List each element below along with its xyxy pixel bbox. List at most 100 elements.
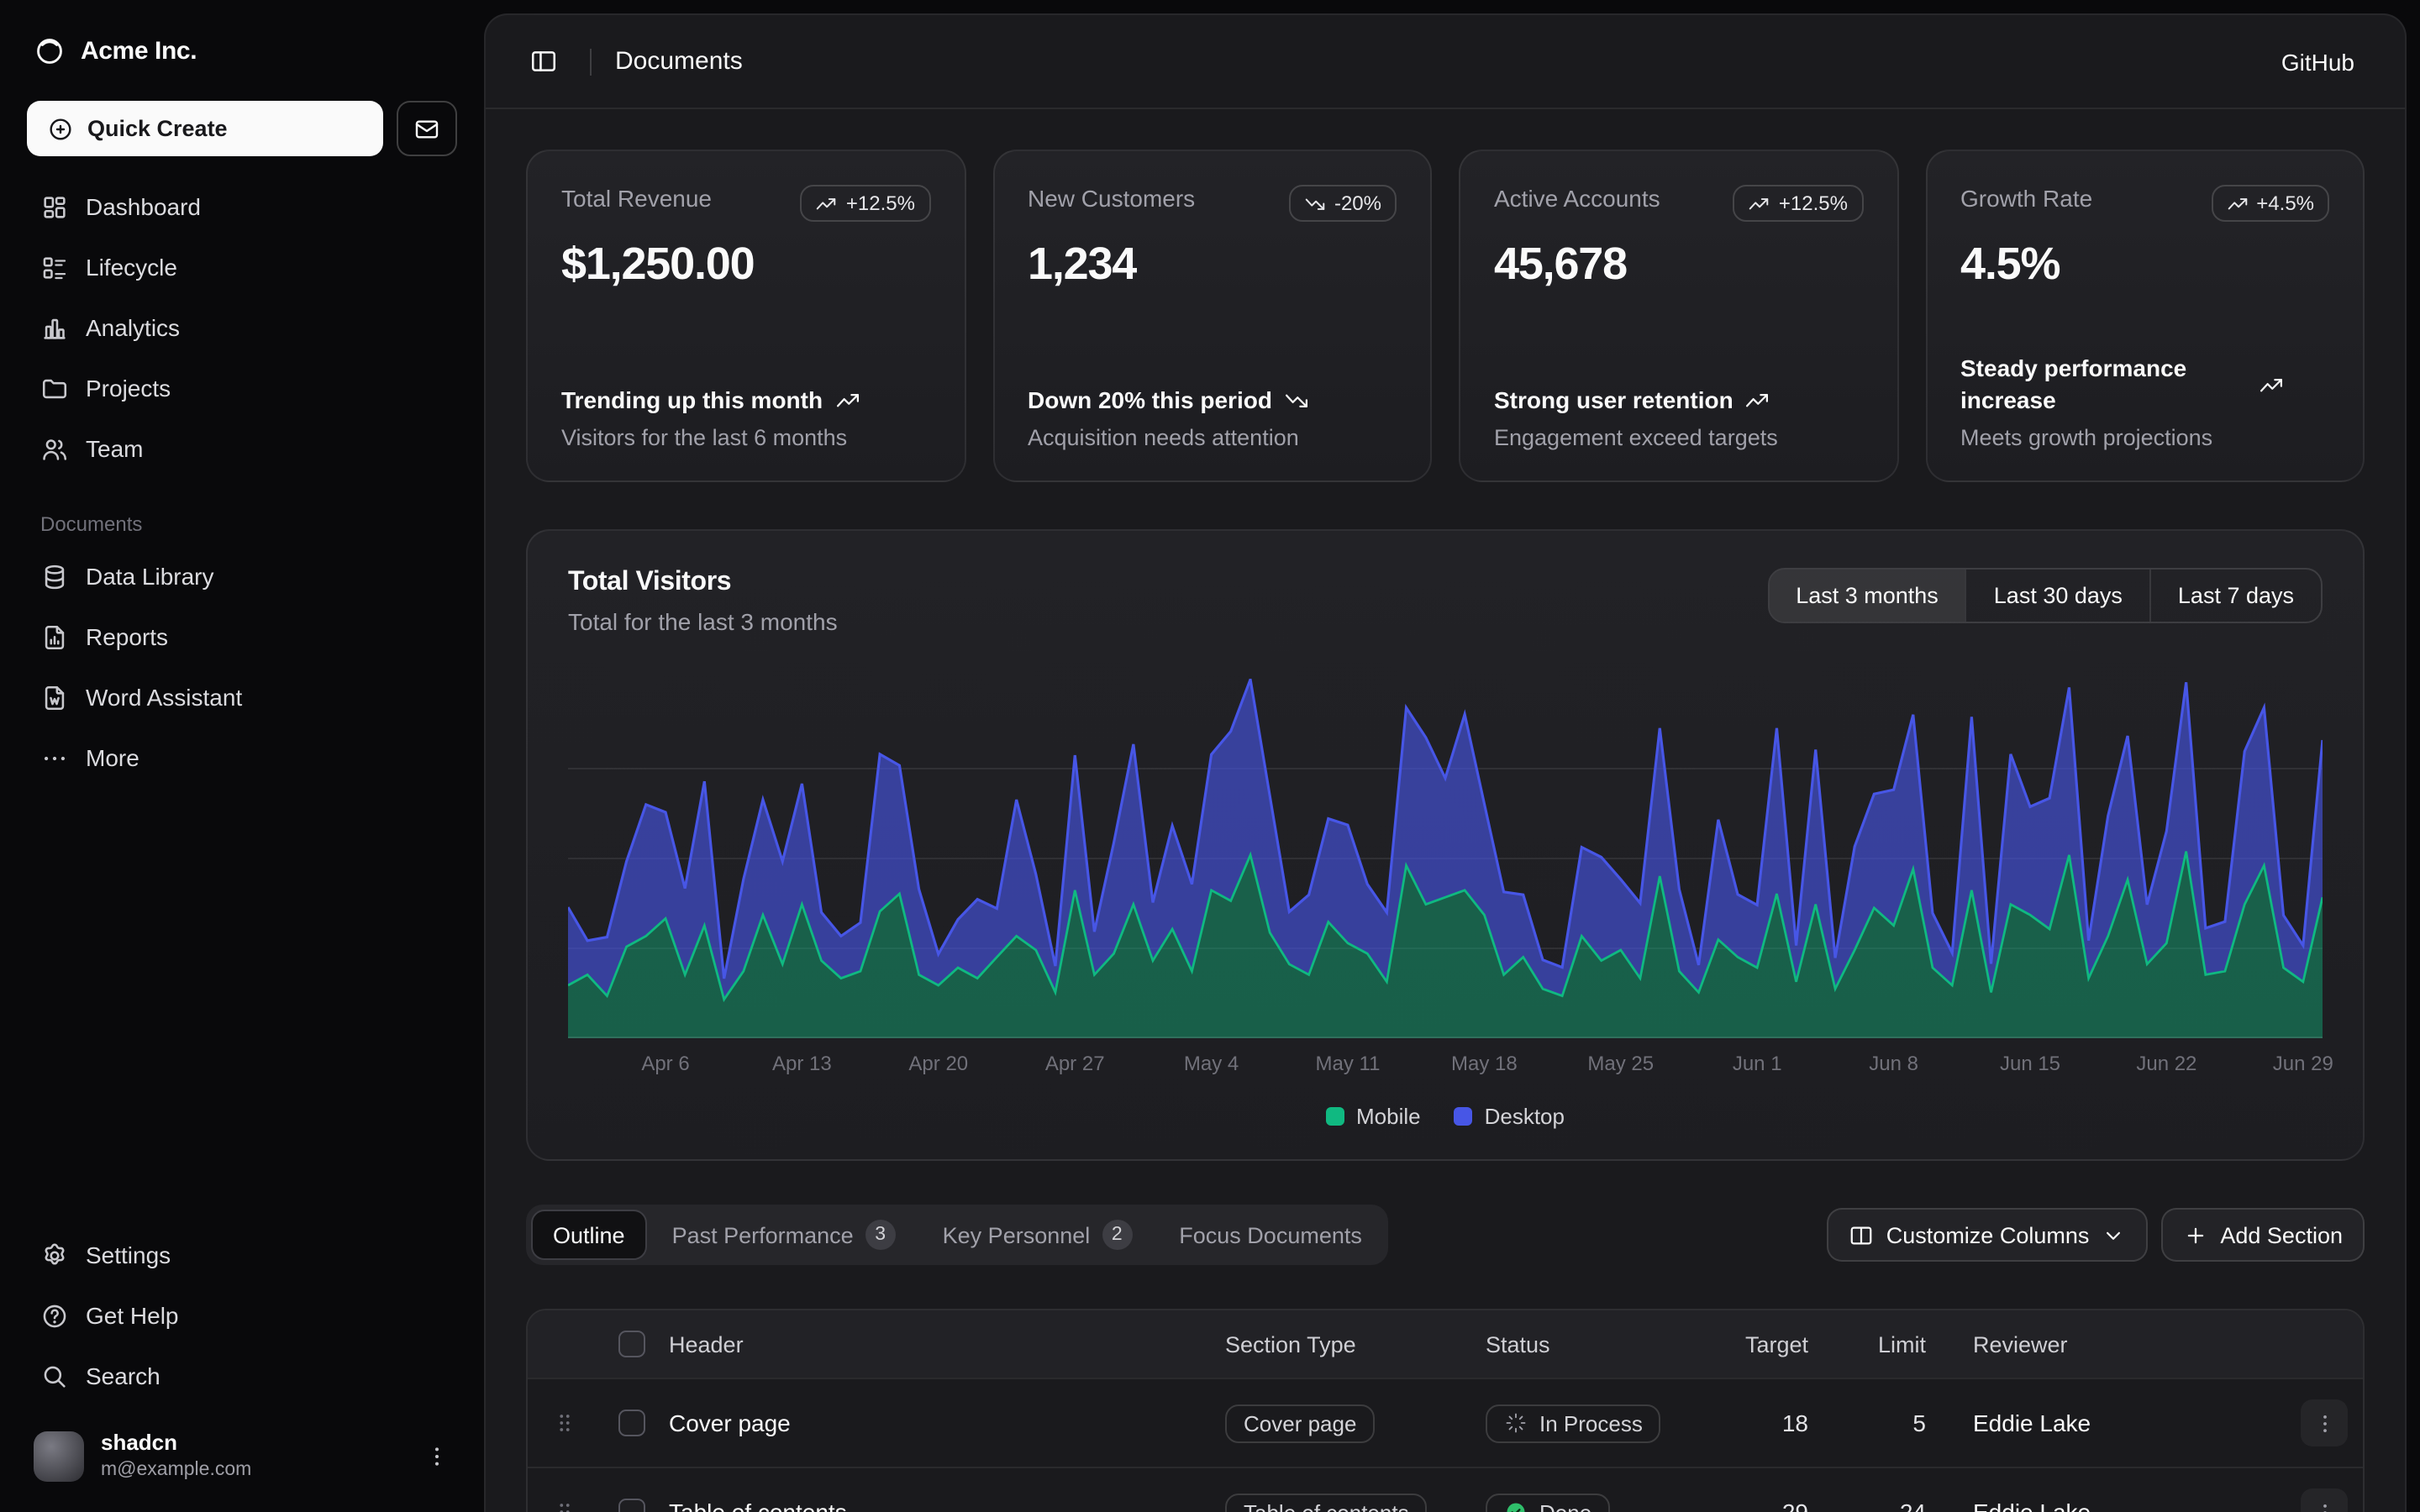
visitors-chart-card: Total Visitors Total for the last 3 mont…: [526, 529, 2365, 1161]
dashboard-icon: [40, 192, 69, 221]
settings-icon: [40, 1242, 69, 1270]
trend-up-icon: [1745, 388, 1770, 413]
sidebar-item-search[interactable]: Search: [27, 1350, 457, 1404]
range-last-3-months[interactable]: Last 3 months: [1769, 570, 1965, 622]
sections-table: HeaderSection TypeStatusTargetLimitRevie…: [526, 1309, 2365, 1512]
quick-create-button[interactable]: Quick Create: [27, 101, 383, 156]
sidebar-item-dashboard[interactable]: Dashboard: [27, 180, 457, 234]
x-tick: Jun 1: [1733, 1052, 1782, 1075]
legend-swatch: [1326, 1106, 1344, 1125]
reviewer-name[interactable]: Eddie Lake: [1973, 1499, 2091, 1512]
divider: [590, 48, 592, 75]
tab-key-personnel[interactable]: Key Personnel2: [921, 1210, 1155, 1260]
help-icon: [40, 1302, 69, 1331]
check-circle-icon: [1504, 1500, 1528, 1512]
add-section-button[interactable]: Add Section: [2161, 1208, 2365, 1262]
range-last-30-days[interactable]: Last 30 days: [1965, 570, 2149, 622]
trend-badge-value: -20%: [1334, 192, 1381, 215]
limit-value[interactable]: 5: [1912, 1410, 1926, 1436]
table-toolbar: OutlinePast Performance3Key Personnel2Fo…: [526, 1205, 2365, 1265]
sidebar-item-data-library[interactable]: Data Library: [27, 549, 457, 603]
trend-up-icon: [2258, 372, 2283, 397]
x-tick: Jun 29: [2273, 1052, 2333, 1075]
section-type-badge: Cover page: [1225, 1404, 1375, 1442]
acme-logo-icon: [34, 34, 66, 66]
customize-columns-button[interactable]: Customize Columns: [1828, 1208, 2149, 1262]
sidebar-item-label: More: [86, 744, 139, 771]
stat-footer-title: Strong user retention: [1494, 385, 1733, 417]
table-header-row: HeaderSection TypeStatusTargetLimitRevie…: [528, 1310, 2363, 1378]
select-all-checkbox[interactable]: [618, 1331, 645, 1357]
stat-cards: Total Revenue+12.5%$1,250.00Trending up …: [526, 150, 2365, 482]
projects-icon: [40, 374, 69, 402]
plus-circle-icon: [47, 115, 74, 142]
table-body: Cover pageCover pageIn Process185Eddie L…: [528, 1378, 2363, 1512]
user-menu-button[interactable]: [424, 1442, 450, 1469]
x-tick: Jun 22: [2136, 1052, 2196, 1075]
target-value[interactable]: 29: [1782, 1499, 1808, 1512]
brand-name: Acme Inc.: [81, 36, 197, 65]
sidebar-toggle-button[interactable]: [519, 38, 566, 85]
range-last-7-days[interactable]: Last 7 days: [2149, 570, 2321, 622]
sidebar-item-label: Dashboard: [86, 193, 201, 220]
column-header-section-type: Section Type: [1225, 1331, 1356, 1357]
limit-value[interactable]: 24: [1900, 1499, 1926, 1512]
brand[interactable]: Acme Inc.: [27, 17, 457, 84]
row-checkbox[interactable]: [618, 1410, 645, 1436]
sidebar-item-word-assistant[interactable]: Word Assistant: [27, 670, 457, 724]
sidebar: Acme Inc. Quick Create Dashboard Lifecycl…: [0, 0, 484, 1512]
legend-mobile[interactable]: Mobile: [1326, 1103, 1421, 1128]
trend-down-icon: [1284, 388, 1309, 413]
panel-left-icon: [529, 47, 557, 76]
x-tick: May 11: [1316, 1052, 1381, 1075]
user-email: m@example.com: [101, 1457, 251, 1482]
x-tick: May 25: [1587, 1052, 1654, 1075]
row-checkbox[interactable]: [618, 1499, 645, 1512]
lifecycle-icon: [40, 253, 69, 281]
stat-card-total-revenue: Total Revenue+12.5%$1,250.00Trending up …: [526, 150, 965, 482]
row-actions-button[interactable]: [2301, 1399, 2348, 1446]
add-section-label: Add Section: [2220, 1222, 2343, 1247]
sidebar-item-label: Get Help: [86, 1303, 179, 1330]
sidebar-item-more[interactable]: More: [27, 731, 457, 785]
kebab-icon: [424, 1442, 450, 1469]
customize-columns-label: Customize Columns: [1886, 1222, 2090, 1247]
search-icon: [40, 1362, 69, 1391]
sidebar-item-team[interactable]: Team: [27, 422, 457, 475]
reviewer-name[interactable]: Eddie Lake: [1973, 1410, 2091, 1436]
x-tick: Apr 13: [772, 1052, 832, 1075]
team-icon: [40, 434, 69, 463]
row-header-link[interactable]: Table of contents: [669, 1499, 847, 1512]
tab-past-performance[interactable]: Past Performance3: [650, 1210, 918, 1260]
row-header-link[interactable]: Cover page: [669, 1410, 791, 1436]
row-actions-button[interactable]: [2301, 1488, 2348, 1512]
sidebar-item-get-help[interactable]: Get Help: [27, 1289, 457, 1343]
stat-label: Growth Rate: [1960, 185, 2092, 212]
columns-icon: [1849, 1222, 1875, 1247]
drag-handle[interactable]: [551, 1410, 578, 1436]
table-row: Cover pageCover pageIn Process185Eddie L…: [528, 1378, 2363, 1467]
quick-create-label: Quick Create: [87, 116, 228, 141]
user-menu[interactable]: shadcn m@example.com: [27, 1424, 457, 1488]
status-badge: Done: [1486, 1493, 1610, 1512]
sidebar-item-lifecycle[interactable]: Lifecycle: [27, 240, 457, 294]
plus-icon: [2183, 1222, 2208, 1247]
trend-badge-value: +4.5%: [2256, 192, 2314, 215]
column-header-header: Header: [669, 1331, 744, 1357]
github-link[interactable]: GitHub: [2265, 38, 2371, 85]
sidebar-item-analytics[interactable]: Analytics: [27, 301, 457, 354]
legend-desktop[interactable]: Desktop: [1455, 1103, 1565, 1128]
sidebar-item-projects[interactable]: Projects: [27, 361, 457, 415]
stat-value: $1,250.00: [561, 239, 930, 291]
sidebar-item-settings[interactable]: Settings: [27, 1229, 457, 1283]
inbox-button[interactable]: [397, 101, 457, 156]
tab-label: Past Performance: [672, 1222, 854, 1247]
sidebar-item-label: Analytics: [86, 314, 180, 341]
tab-focus-documents[interactable]: Focus Documents: [1157, 1210, 1384, 1260]
sidebar-item-reports[interactable]: Reports: [27, 610, 457, 664]
drag-handle[interactable]: [551, 1499, 578, 1512]
visitors-area-chart: [568, 679, 2323, 1038]
target-value[interactable]: 18: [1782, 1410, 1808, 1436]
tab-outline[interactable]: Outline: [531, 1210, 647, 1260]
x-tick: May 18: [1451, 1052, 1518, 1075]
